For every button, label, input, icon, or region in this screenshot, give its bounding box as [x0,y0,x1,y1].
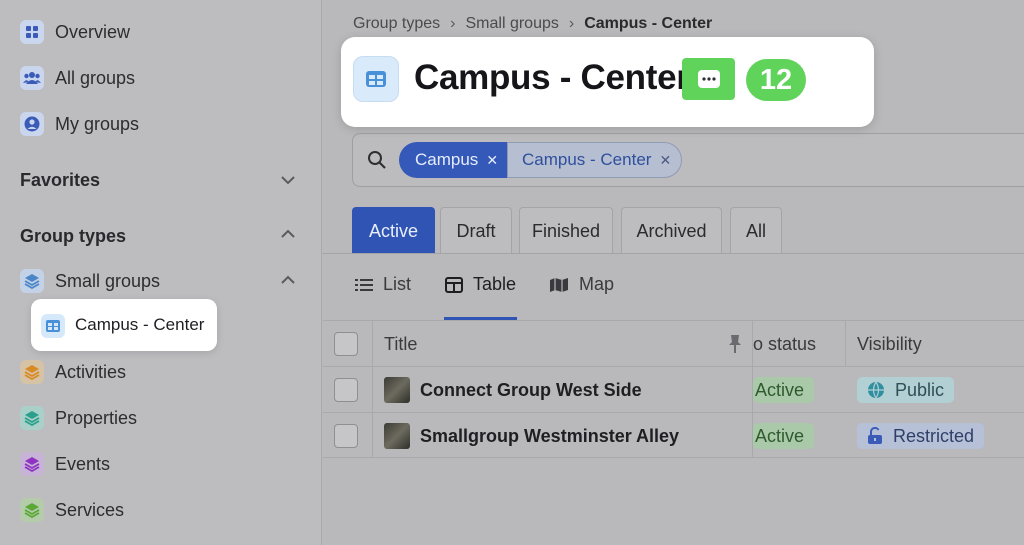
row-title: Smallgroup Westminster Alley [420,425,680,446]
layers-icon [20,406,44,430]
layers-icon [20,269,44,293]
visibility-badge: Public [857,377,955,403]
grid-icon [20,20,44,44]
sidebar-item-label: Small groups [55,270,161,291]
chevron-right-icon: › [568,15,575,32]
layers-icon [20,498,44,522]
group-thumbnail [384,423,410,449]
breadcrumb-item[interactable]: Small groups [465,15,558,33]
column-header-title[interactable]: Title [384,321,417,367]
divider [323,253,1024,254]
breadcrumb-current: Campus - Center [584,15,713,32]
visibility-badge: Restricted [857,423,985,449]
filter-chip-campus[interactable]: Campus ✕ [399,142,507,178]
tab-list[interactable]: List [355,274,411,295]
close-icon[interactable]: ✕ [659,152,671,169]
tab-all[interactable]: All [730,207,782,254]
table-row[interactable]: Smallgroup Westminster Alley Active Rest… [323,412,1024,458]
table-icon [445,276,463,293]
tab-draft[interactable]: Draft [440,207,512,254]
tab-label: Map [579,274,615,294]
sidebar-item-label: My groups [55,113,140,134]
unlock-icon [868,427,882,444]
filter-chip-label: Campus [415,150,479,169]
sidebar-item-label: All groups [55,67,136,88]
sidebar-item-label: Services [55,499,125,520]
breadcrumb: Group types › Small groups › Campus - Ce… [353,15,712,33]
column-header-status[interactable]: o status [753,321,816,367]
view-tabs: List Table Map [323,264,1024,320]
group-types-section-title: Group types [20,226,127,246]
map-icon [550,277,568,292]
list-icon [355,278,373,291]
table-icon [353,56,399,102]
row-checkbox[interactable] [334,424,358,448]
user-circle-icon [20,112,44,136]
filter-chip-label: Campus - Center [522,150,652,169]
chevron-down-icon[interactable] [278,170,298,190]
tab-label: Table [473,274,517,294]
count-badge: 12 [746,59,806,101]
people-icon [20,66,44,90]
row-title: Connect Group West Side [420,379,642,400]
row-title-cell[interactable]: Smallgroup Westminster Alley [384,413,679,459]
filter-bar[interactable]: Campus ✕ Campus - Center ✕ [352,133,1024,187]
column-header-visibility[interactable]: Visibility [857,321,922,367]
sidebar: Overview All groups My groups Favorites … [0,0,322,545]
table-row[interactable]: Connect Group West Side Active Public [323,366,1024,412]
globe-icon [868,381,884,399]
visibility-label: Public [895,379,945,400]
page-title: Campus - Center [414,58,690,97]
more-options-button[interactable] [682,58,735,100]
column-divider [845,320,846,366]
row-checkbox[interactable] [334,378,358,402]
tab-active[interactable]: Active [352,207,435,254]
filter-chip-campus-center[interactable]: Campus - Center ✕ [507,142,682,178]
page-header-card: Campus - Center 12 [341,37,874,127]
tab-table[interactable]: Table [445,274,516,295]
breadcrumb-item[interactable]: Group types [353,15,440,33]
close-icon[interactable]: ✕ [486,152,498,169]
sidebar-item-label: Overview [55,21,131,42]
search-icon [368,151,386,169]
sidebar-item-label: Events [55,453,111,474]
tab-finished[interactable]: Finished [519,207,613,254]
chevron-up-icon[interactable] [278,270,298,290]
favorites-section-title: Favorites [20,170,101,190]
sidebar-item-label: Properties [55,407,138,428]
chevron-up-icon[interactable] [278,224,298,244]
layers-icon [20,360,44,384]
sidebar-item-label: Campus - Center [75,315,205,334]
sidebar-item-label: Activities [55,361,127,382]
tab-archived[interactable]: Archived [621,207,722,254]
tab-map[interactable]: Map [549,274,614,295]
layers-icon [20,452,44,476]
status-badge: Active [753,423,815,449]
status-badge: Active [753,377,815,403]
tab-label: List [383,274,412,294]
visibility-label: Restricted [893,425,975,446]
column-divider [752,320,753,458]
sidebar-item-campus-center[interactable]: Campus - Center [31,299,217,351]
column-divider [372,320,373,458]
pin-icon[interactable] [726,334,744,354]
table-header-row: Title o status Visibility [323,320,1024,366]
group-thumbnail [384,377,410,403]
select-all-checkbox[interactable] [334,332,358,356]
chevron-right-icon: › [450,15,456,32]
table-icon [41,314,65,338]
ellipsis-icon [697,70,720,88]
row-title-cell[interactable]: Connect Group West Side [384,367,642,413]
